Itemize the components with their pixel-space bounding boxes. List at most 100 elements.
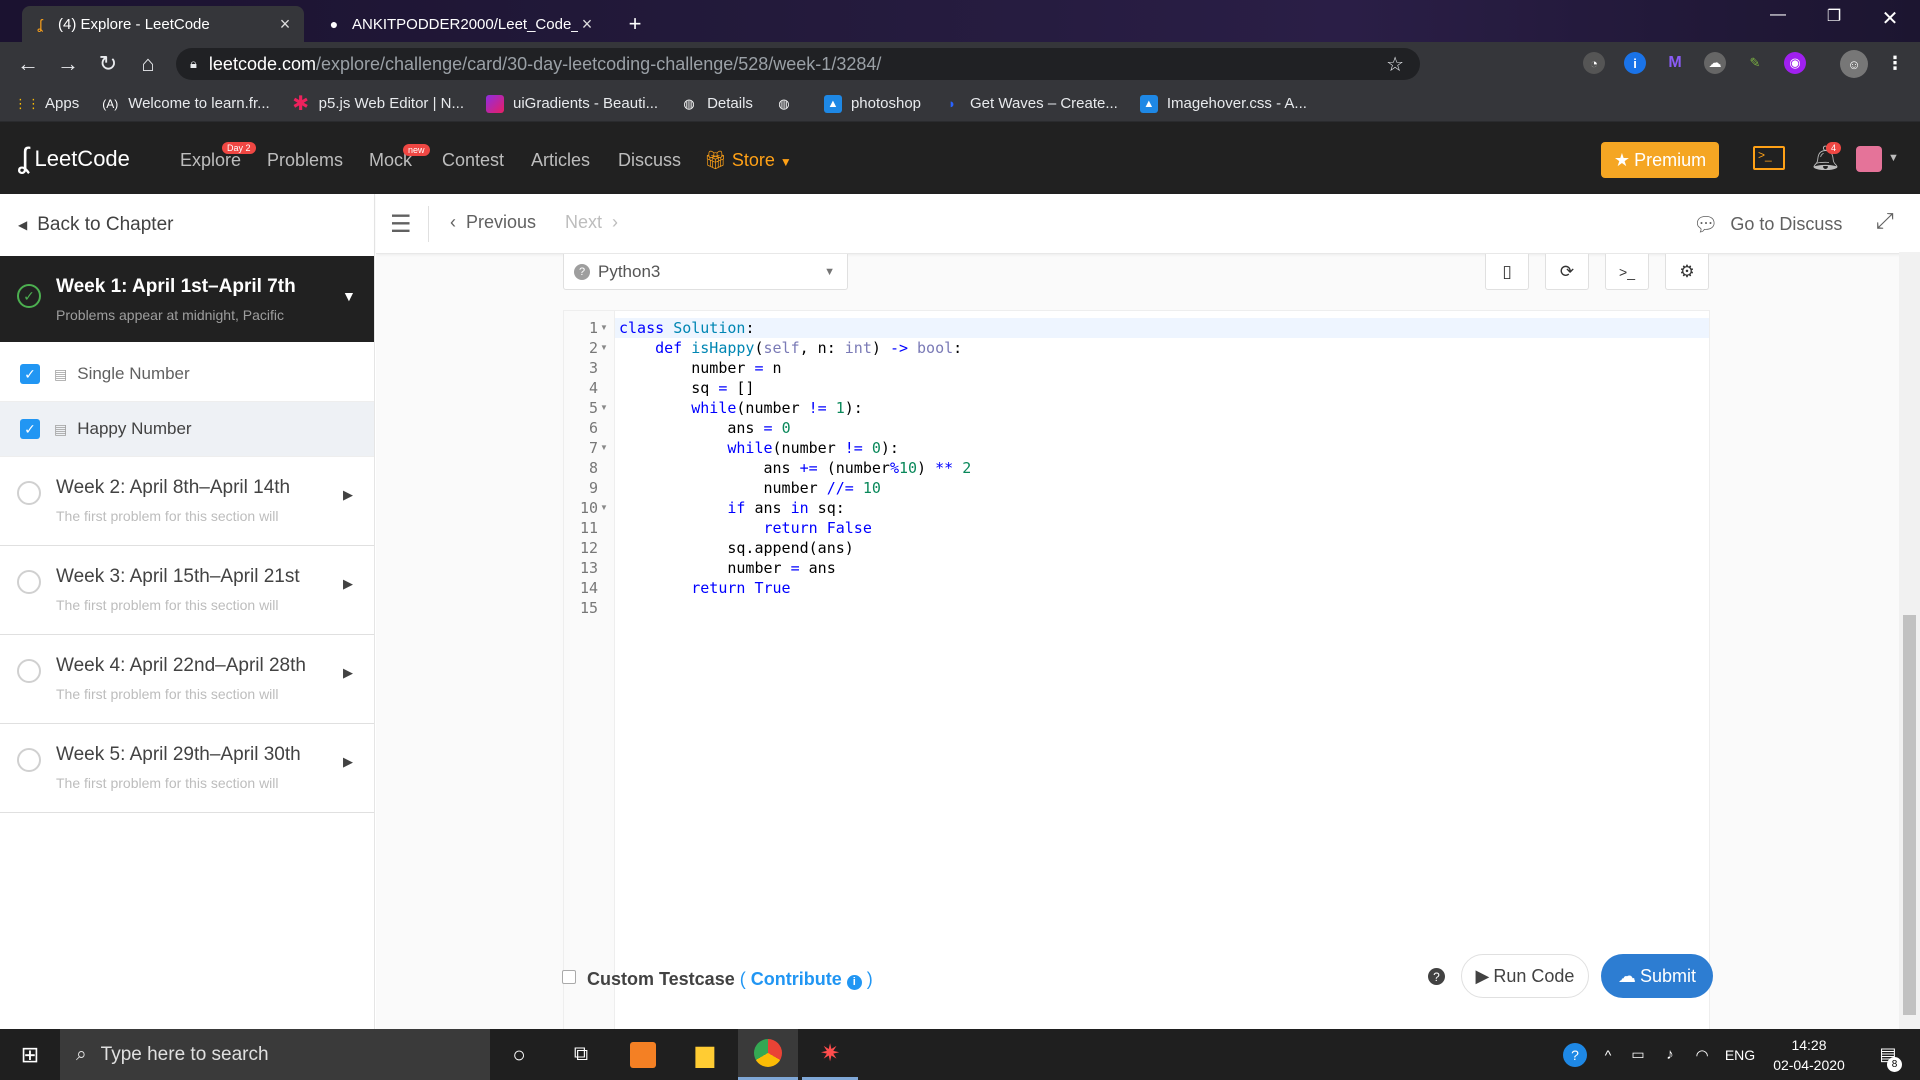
caret-right-icon: ▶ (343, 487, 353, 502)
bookmark-uigradients[interactable]: uiGradients - Beauti... (486, 94, 658, 113)
help-tray-icon[interactable]: ? (1560, 1029, 1590, 1080)
browser-tab-github[interactable]: ● ANKITPODDER2000/Leet_Code_3 × (316, 6, 606, 42)
scrollbar-thumb[interactable] (1903, 615, 1916, 1015)
wifi-icon[interactable]: ◠ (1688, 1029, 1716, 1080)
language-indicator[interactable]: ENG (1722, 1029, 1758, 1080)
week-item[interactable]: Week 4: April 22nd–April 28th The first … (0, 635, 374, 724)
console-icon[interactable]: >_ (1605, 254, 1649, 290)
bookmark-learn[interactable]: (A) Welcome to learn.fr... (101, 95, 269, 113)
code-file-icon[interactable]: ▯ (1485, 254, 1529, 290)
clock-date: 02-04-2020 (1773, 1056, 1845, 1073)
fold-arrow-icon[interactable]: ▼ (600, 498, 608, 518)
extension-info-icon[interactable]: i (1624, 52, 1646, 74)
language-select[interactable]: ? Python3 ▼ (563, 254, 848, 290)
nav-discuss[interactable]: Discuss (618, 150, 681, 171)
problem-item-single-number[interactable]: ✓ ▤ Single Number (0, 347, 374, 402)
p5js-asterisk-icon: ✱ (292, 93, 310, 115)
extension-m-icon[interactable]: M (1664, 52, 1686, 74)
taskbar-search-box[interactable]: ⌕ Type here to search (60, 1029, 490, 1080)
home-icon[interactable]: ⌂ (134, 50, 162, 78)
sublime-text-icon[interactable] (618, 1029, 668, 1080)
nav-store[interactable]: 🎁︎ Store ▼ (704, 150, 792, 171)
chrome-taskbar-icon[interactable] (738, 1029, 798, 1080)
help-circle-icon: ? (574, 263, 590, 280)
extension-gauge-icon[interactable]: ◔ (1583, 52, 1605, 74)
new-tab-button[interactable]: + (618, 6, 652, 42)
nav-articles[interactable]: Articles (531, 150, 590, 171)
reload-icon[interactable]: ↻ (94, 50, 122, 78)
fold-arrow-icon[interactable]: ▼ (600, 438, 608, 458)
bookmark-globe[interactable]: ◍ (775, 95, 802, 113)
fold-arrow-icon[interactable]: ▼ (600, 398, 608, 418)
window-close-icon[interactable]: ✕ (1870, 6, 1910, 31)
week-item[interactable]: Week 3: April 15th–April 21st The first … (0, 546, 374, 635)
browser-tab-leetcode[interactable]: ʆ (4) Explore - LeetCode × (22, 6, 304, 42)
file-explorer-icon[interactable]: ▆ (680, 1029, 730, 1080)
bookmark-apps[interactable]: ⋮⋮ Apps (14, 95, 79, 113)
bookmark-star-icon[interactable]: ☆ (1386, 52, 1404, 77)
bookmark-p5js[interactable]: ✱ p5.js Web Editor | N... (292, 93, 464, 115)
windows-start-icon[interactable]: ⊞ (0, 1029, 60, 1080)
hamburger-menu-icon[interactable]: ☰ (390, 210, 412, 239)
back-arrow-icon[interactable]: ← (14, 50, 42, 78)
problem-item-happy-number[interactable]: ✓ ▤ Happy Number (0, 402, 374, 457)
reset-refresh-icon[interactable]: ⟳ (1545, 254, 1589, 290)
profile-avatar[interactable]: ☺ (1840, 50, 1868, 78)
page-scrollbar[interactable] (1899, 252, 1920, 1029)
line-number: 12 (579, 539, 598, 557)
nav-problems[interactable]: Problems (267, 150, 343, 171)
cortana-icon[interactable]: ○ (494, 1029, 544, 1080)
close-tab-icon[interactable]: × (276, 14, 294, 35)
bookmark-imagehover[interactable]: ▲ Imagehover.css - A... (1139, 94, 1307, 113)
go-to-discuss-link[interactable]: 💬︎ Go to Discuss (1693, 212, 1842, 237)
action-center-icon[interactable]: ▤ (1868, 1029, 1908, 1080)
next-button[interactable]: Next › (565, 212, 618, 233)
minimize-icon[interactable]: — (1758, 6, 1798, 24)
expand-icon[interactable]: ⤢ (1876, 208, 1894, 234)
gift-icon: 🎁︎ (704, 150, 727, 170)
forward-arrow-icon[interactable]: → (54, 50, 82, 78)
close-tab-icon[interactable]: × (578, 14, 596, 35)
back-to-chapter-link[interactable]: ◀ Back to Chapter (0, 194, 374, 256)
chrome-menu-icon[interactable]: ⋮ (1884, 52, 1906, 74)
active-week-subtitle: Problems appear at midnight, Pacific (56, 307, 284, 323)
tray-chevron-icon[interactable]: ^ (1596, 1029, 1620, 1080)
next-label: Next (565, 212, 603, 232)
url-input[interactable]: 🔒︎ leetcode.com/explore/challenge/card/3… (176, 48, 1420, 80)
week-item[interactable]: Week 5: April 29th–April 30th The first … (0, 724, 374, 813)
active-week-header[interactable]: ✓ Week 1: April 1st–April 7th Problems a… (0, 256, 374, 342)
tab-title: ANKITPODDER2000/Leet_Code_3 (352, 15, 578, 33)
problem-title: Single Number (77, 364, 190, 383)
extension-purple-icon[interactable]: ◉ (1784, 52, 1806, 74)
bookmark-details[interactable]: ◍ Details (680, 95, 753, 113)
avatar-caret-icon[interactable]: ▼ (1888, 152, 1899, 164)
leetcode-logo[interactable]: ʆ LeetCode (18, 142, 130, 176)
nav-contest[interactable]: Contest (442, 150, 504, 171)
app-taskbar-icon[interactable]: ✷ (802, 1029, 858, 1080)
previous-button[interactable]: ‹ Previous (450, 212, 536, 233)
user-avatar[interactable] (1856, 146, 1882, 172)
help-icon[interactable]: ? (1428, 968, 1445, 985)
restore-icon[interactable]: ❐ (1814, 6, 1854, 26)
fold-arrow-icon[interactable]: ▼ (600, 318, 608, 338)
extension-cloud-icon[interactable]: ☁ (1704, 52, 1726, 74)
clock[interactable]: 14:28 02-04-2020 (1764, 1029, 1854, 1080)
contribute-link[interactable]: Contribute (751, 969, 842, 989)
custom-testcase-checkbox[interactable] (562, 970, 576, 984)
extension-pen-icon[interactable]: ✎ (1744, 52, 1766, 74)
bookmark-photoshop[interactable]: ▲ photoshop (823, 94, 921, 113)
bookmark-getwaves[interactable]: ◗ Get Waves – Create... (943, 95, 1118, 113)
week-item[interactable]: Week 2: April 8th–April 14th The first p… (0, 457, 374, 546)
settings-gear-icon[interactable]: ⚙ (1665, 254, 1709, 290)
battery-icon[interactable]: ▭ (1624, 1029, 1652, 1080)
premium-button[interactable]: ★ Premium (1601, 142, 1719, 178)
line-number: 13 (579, 559, 598, 577)
submit-button[interactable]: ☁ Submit (1601, 954, 1713, 998)
fold-arrow-icon[interactable]: ▼ (600, 338, 608, 358)
line-number: 11 (579, 519, 598, 537)
run-code-button[interactable]: ▶ Run Code (1461, 954, 1589, 998)
playground-icon[interactable]: >_ (1753, 146, 1785, 170)
volume-icon[interactable]: ♪ (1656, 1029, 1684, 1080)
task-view-icon[interactable]: ⧉ (556, 1029, 606, 1080)
line-number: 9 (588, 479, 598, 497)
